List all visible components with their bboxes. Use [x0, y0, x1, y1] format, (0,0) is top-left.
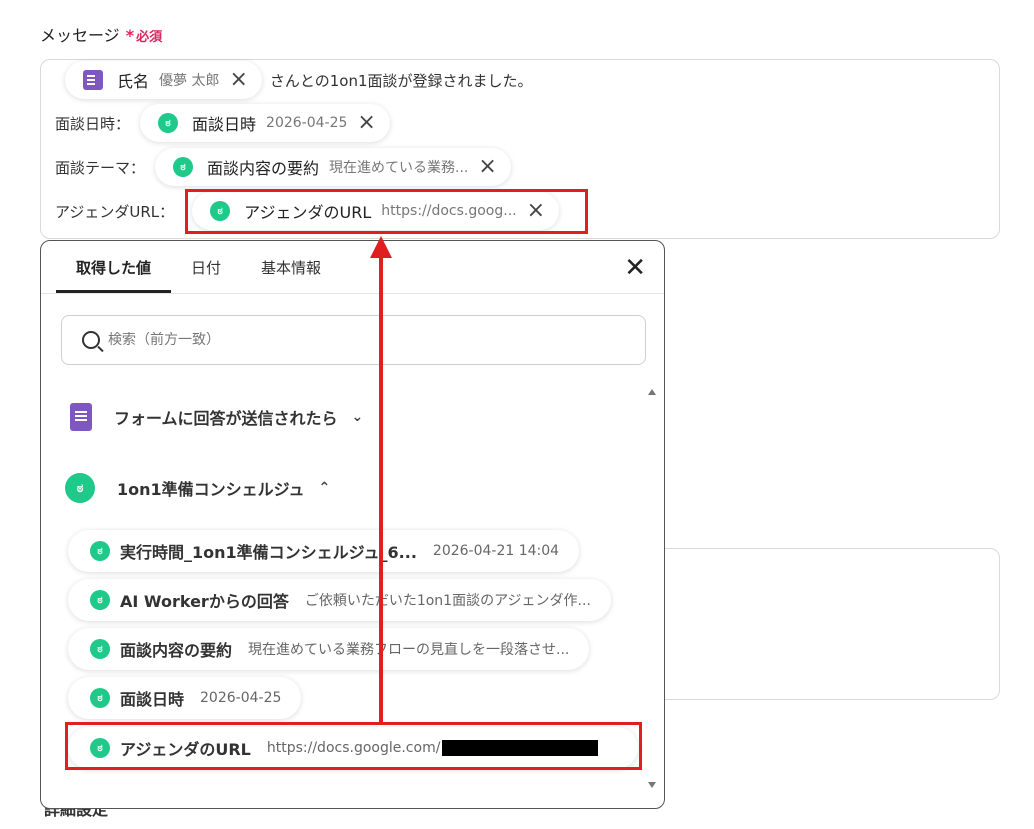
scroll-up-arrow[interactable] — [648, 389, 656, 395]
message-line-3: 面談テーマ： ಠ 面談内容の要約 現在進めている業務... × — [55, 148, 511, 186]
message-text: さんとの1on1面談が登録されました。 — [269, 71, 533, 90]
annotation-arrow-head — [370, 236, 392, 258]
background-field — [640, 548, 1000, 700]
remove-chip-icon[interactable]: × — [229, 69, 247, 91]
concierge-icon: ಠ — [90, 541, 110, 561]
variable-chip-interview-date[interactable]: ಠ 面談日時 2026-04-25 × — [140, 104, 390, 142]
annotation-arrow — [379, 248, 383, 722]
concierge-icon: ಠ — [90, 590, 110, 610]
variable-item-interview-date[interactable]: ಠ 面談日時 2026-04-25 — [68, 677, 302, 719]
search-icon — [82, 331, 100, 349]
concierge-icon: ಠ — [65, 473, 95, 503]
variable-item-ai-answer[interactable]: ಠ AI Workerからの回答 ご依頼いただいた1on1面談のアジェンダ作..… — [68, 579, 611, 621]
chevron-up-icon: ⌃ — [318, 480, 331, 496]
close-icon[interactable]: ✕ — [624, 255, 646, 281]
message-prefix: アジェンダURL： — [55, 202, 175, 221]
message-line-1: 氏名 優夢 太郎 × さんとの1on1面談が登録されました。 — [65, 61, 533, 99]
scroll-down-arrow[interactable] — [648, 782, 656, 788]
variable-item-summary[interactable]: ಠ 面談内容の要約 現在進めている業務フローの見直しを一段落させ... — [68, 628, 590, 670]
concierge-icon: ಠ — [90, 639, 110, 659]
variable-chip-name[interactable]: 氏名 優夢 太郎 × — [65, 61, 262, 99]
tab-divider — [41, 293, 664, 294]
concierge-icon: ಠ — [173, 157, 194, 177]
form-icon — [70, 403, 92, 431]
remove-chip-icon[interactable]: × — [478, 156, 496, 178]
form-icon — [83, 70, 103, 90]
concierge-icon: ಠ — [90, 688, 110, 708]
concierge-icon: ಠ — [158, 113, 179, 133]
highlight-box-list-item — [65, 722, 642, 770]
message-prefix: 面談日時： — [55, 114, 131, 133]
section-concierge[interactable]: ಠ 1on1準備コンシェルジュ ⌃ — [65, 473, 330, 503]
tab-date[interactable]: 日付 — [171, 241, 241, 293]
message-prefix: 面談テーマ： — [55, 158, 146, 177]
remove-chip-icon[interactable]: × — [357, 112, 375, 134]
required-badge: * 必須 — [125, 26, 163, 45]
highlight-box-chip — [185, 189, 588, 234]
variable-chip-summary[interactable]: ಠ 面談内容の要約 現在進めている業務... × — [155, 148, 511, 186]
variable-item-exec-time[interactable]: ಠ 実行時間_1on1準備コンシェルジュ_6... 2026-04-21 14:… — [68, 530, 580, 572]
field-label: メッセージ — [40, 26, 120, 45]
section-form-trigger[interactable]: フォームに回答が送信されたら ⌄ — [70, 403, 363, 431]
message-line-2: 面談日時： ಠ 面談日時 2026-04-25 × — [55, 104, 390, 142]
chevron-down-icon: ⌄ — [351, 409, 364, 425]
tab-basic-info[interactable]: 基本情報 — [241, 241, 341, 293]
tab-bar: 取得した値 日付 基本情報 — [56, 241, 341, 293]
tab-retrieved-values[interactable]: 取得した値 — [56, 241, 172, 293]
search-box[interactable] — [61, 315, 646, 365]
search-input[interactable] — [108, 332, 588, 348]
field-label-row: メッセージ * 必須 — [40, 22, 162, 46]
